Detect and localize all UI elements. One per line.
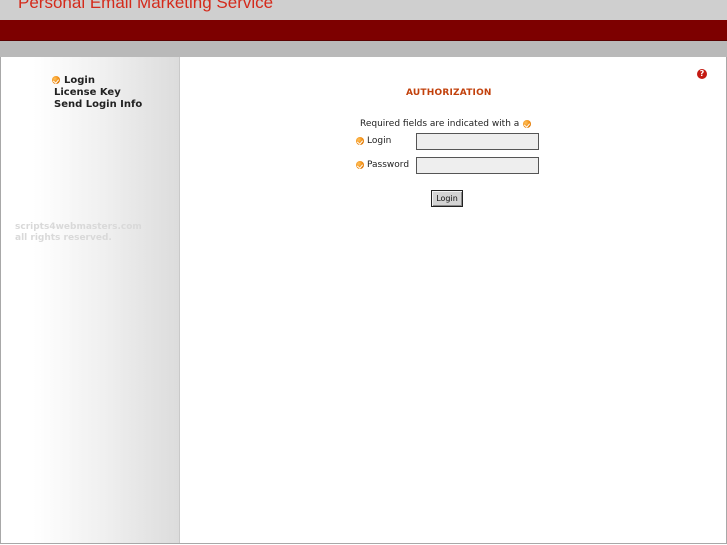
content-frame: Login License Key Send Login Info script… <box>0 57 727 544</box>
login-field-label-row: Login <box>356 136 391 146</box>
sidebar-item-send-login-info[interactable]: Send Login Info <box>52 98 142 110</box>
required-note-text: Required fields are indicated with a <box>360 119 520 129</box>
copyright-line: all rights reserved. <box>15 233 112 243</box>
header-red-band <box>0 20 727 41</box>
sidebar-item-license-key[interactable]: License Key <box>52 86 142 98</box>
site-title: Personal Email Marketing Service <box>18 0 274 12</box>
required-fields-note: Required fields are indicated with a <box>360 119 532 129</box>
login-button[interactable]: Login <box>431 190 463 207</box>
login-input[interactable] <box>416 133 539 150</box>
required-indicator-icon <box>356 137 364 145</box>
header-gray-band <box>0 41 727 57</box>
copyright-line: scripts4webmasters.com <box>15 222 142 232</box>
password-field-label-row: Password <box>356 160 409 170</box>
help-question-icon[interactable]: ? <box>697 69 707 79</box>
copyright-notice: scripts4webmasters.com all rights reserv… <box>15 222 142 244</box>
page: Personal Email Marketing Service Login L… <box>0 0 727 545</box>
password-label: Password <box>367 160 410 170</box>
sidebar-item-label: License Key <box>54 86 121 98</box>
sidebar-nav: Login License Key Send Login Info <box>52 74 142 110</box>
required-indicator-icon <box>523 120 532 128</box>
page-title: AUTHORIZATION <box>406 88 492 98</box>
login-label: Login <box>367 136 392 146</box>
sidebar-item-label: Login <box>64 74 95 86</box>
sidebar-item-label: Send Login Info <box>54 98 143 110</box>
password-input[interactable] <box>416 157 539 174</box>
sidebar: Login License Key Send Login Info script… <box>1 57 180 543</box>
orange-check-bullet-icon <box>52 76 60 84</box>
sidebar-item-login[interactable]: Login <box>52 74 142 86</box>
header-top-bar: Personal Email Marketing Service <box>0 0 727 20</box>
required-indicator-icon <box>356 161 364 169</box>
